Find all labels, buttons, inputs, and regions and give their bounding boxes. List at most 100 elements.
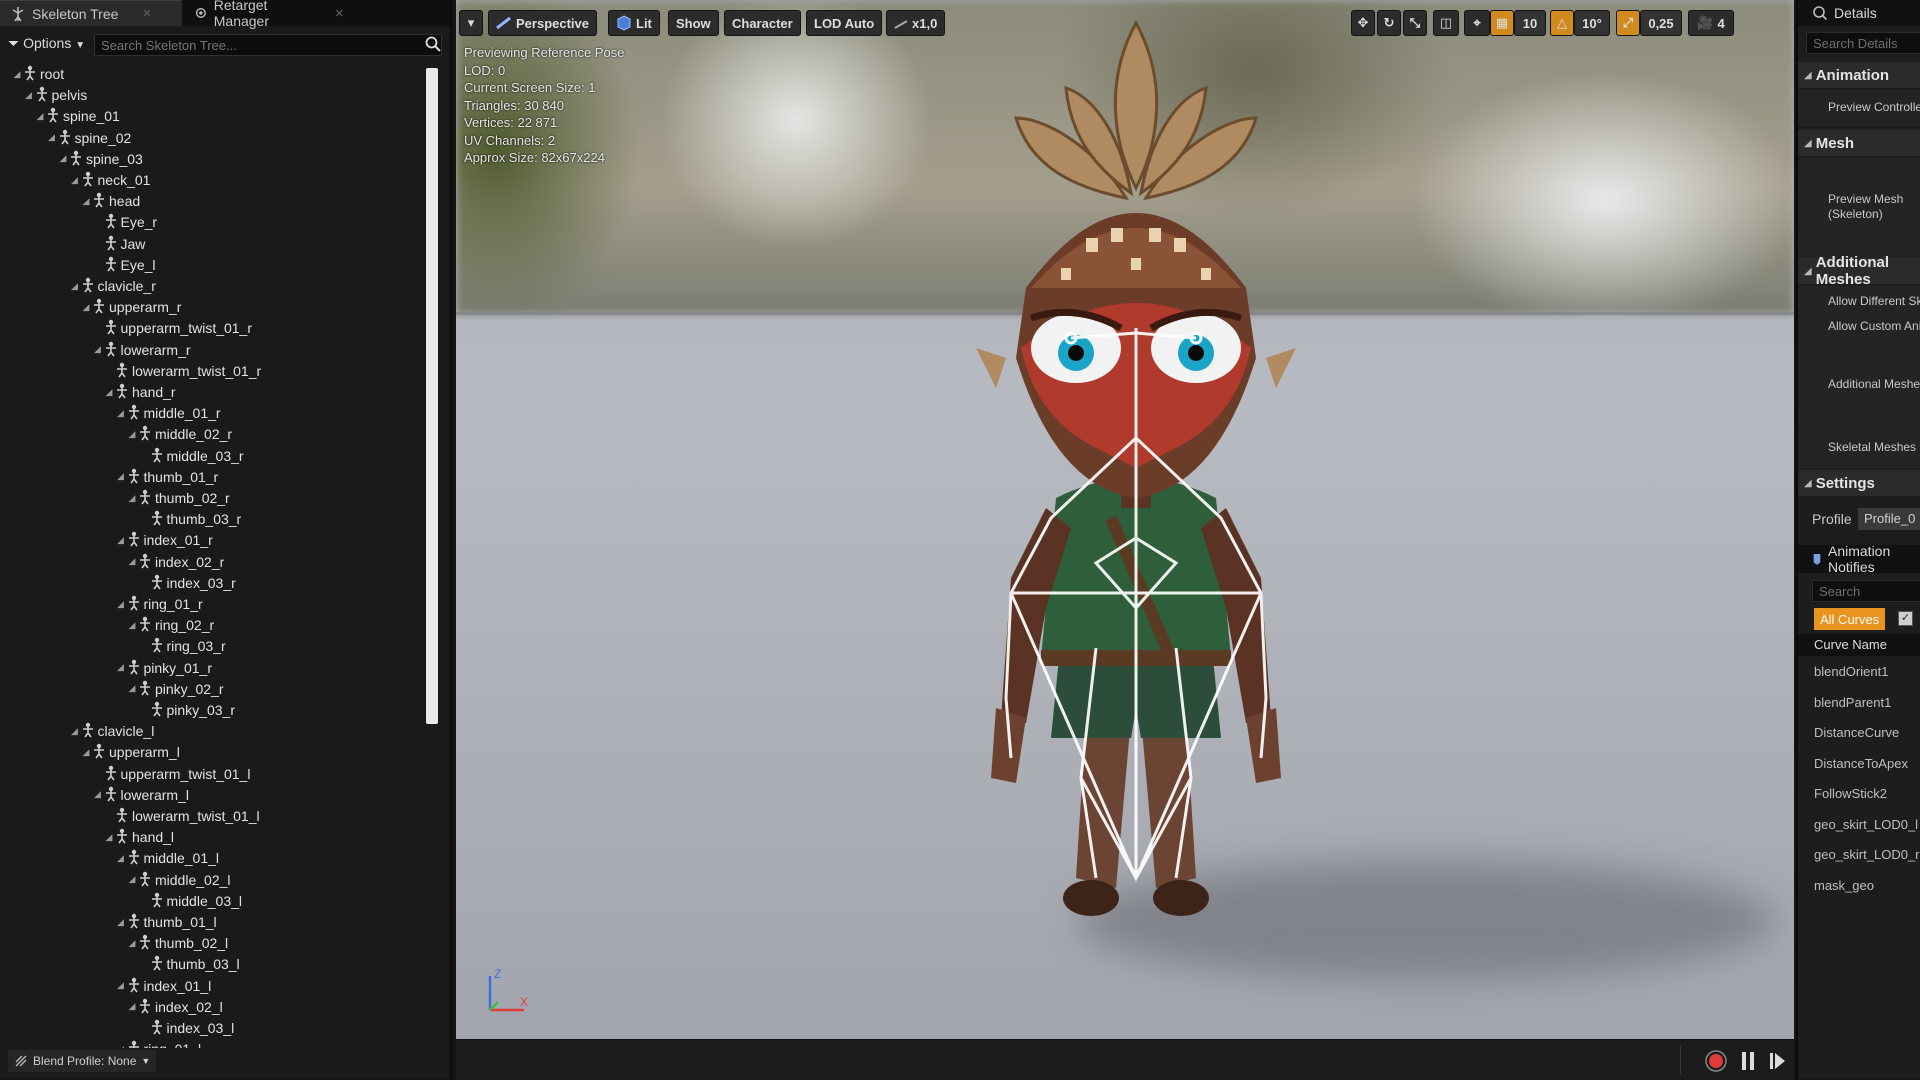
tree-row[interactable]: index_03_r [139, 573, 236, 593]
grid-snap-value[interactable]: 10 [1514, 10, 1546, 36]
tree-row[interactable]: index_03_l [139, 1018, 234, 1038]
curve-name-header[interactable]: Curve Name [1798, 634, 1920, 656]
expand-arrow-icon[interactable]: ◢ [12, 69, 22, 80]
expand-arrow-icon[interactable]: ◢ [81, 196, 91, 207]
curves-checkbox[interactable]: ✓ [1898, 611, 1913, 626]
all-curves-button[interactable]: All Curves [1814, 608, 1886, 630]
expand-arrow-icon[interactable]: ◢ [58, 153, 68, 164]
rotation-snap-toggle[interactable]: △ [1550, 10, 1574, 36]
tree-row[interactable]: ◢ neck_01 [70, 170, 150, 190]
pause-button[interactable] [1740, 1050, 1756, 1072]
expand-arrow-icon[interactable]: ◢ [127, 938, 137, 949]
tree-row[interactable]: ◢ index_02_r [127, 552, 224, 572]
options-dropdown[interactable]: ⏷ Options ▼ [8, 35, 85, 52]
expand-arrow-icon[interactable]: ◢ [70, 726, 80, 737]
expand-arrow-icon[interactable]: ◢ [35, 111, 45, 122]
record-button[interactable] [1704, 1049, 1728, 1073]
tree-row[interactable]: ◢ ring_01_r [116, 594, 203, 614]
scale-snap-value[interactable]: 0,25 [1640, 10, 1682, 36]
skeleton-search-input[interactable] [94, 34, 442, 56]
expand-arrow-icon[interactable]: ◢ [116, 471, 126, 482]
expand-arrow-icon[interactable]: ◢ [116, 917, 126, 928]
expand-arrow-icon[interactable]: ◢ [70, 281, 80, 292]
tree-row[interactable]: ring_03_r [139, 636, 226, 656]
tree-row[interactable]: ◢ ring_01_l [116, 1039, 201, 1048]
tree-row[interactable]: Eye_l [93, 255, 156, 275]
tree-row[interactable]: middle_03_l [139, 891, 242, 911]
perspective-button[interactable]: Perspective [488, 10, 597, 36]
expand-arrow-icon[interactable]: ◢ [24, 90, 34, 101]
show-button[interactable]: Show [668, 10, 719, 36]
search-icon[interactable] [424, 35, 442, 53]
tree-row[interactable]: ◢ index_02_l [127, 997, 223, 1017]
expand-arrow-icon[interactable]: ◢ [47, 132, 57, 143]
close-icon[interactable]: ✕ [335, 7, 344, 20]
tree-row[interactable]: ◢ middle_02_l [127, 870, 231, 890]
translate-tool-button[interactable]: ✥ [1351, 10, 1375, 36]
expand-arrow-icon[interactable]: ◢ [127, 620, 137, 631]
tree-row[interactable]: upperarm_twist_01_l [93, 764, 250, 784]
tab-retarget-manager[interactable]: Retarget Manager ✕ [184, 0, 354, 29]
expand-arrow-icon[interactable]: ◢ [116, 980, 126, 991]
tree-row[interactable]: ◢ head [81, 191, 140, 211]
expand-arrow-icon[interactable]: ◢ [81, 747, 91, 758]
viewport-menu-button[interactable]: ▾ [459, 10, 483, 36]
curve-search-input[interactable]: Search [1812, 580, 1920, 602]
tree-row[interactable]: ◢ ring_02_r [127, 615, 214, 635]
expand-arrow-icon[interactable]: ◢ [127, 556, 137, 567]
expand-arrow-icon[interactable]: ◢ [127, 683, 137, 694]
tree-row[interactable]: Eye_r [93, 212, 157, 232]
tree-row[interactable]: pinky_03_r [139, 700, 235, 720]
tree-row[interactable]: ◢ thumb_01_l [116, 912, 217, 932]
scale-snap-toggle[interactable]: ⤢ [1616, 10, 1640, 36]
curve-item[interactable]: mask_geo [1814, 878, 1874, 893]
expand-arrow-icon[interactable]: ◢ [116, 599, 126, 610]
tree-row[interactable]: upperarm_twist_01_r [93, 318, 252, 338]
expand-arrow-icon[interactable]: ◢ [104, 387, 114, 398]
category-mesh[interactable]: ◢ Mesh [1798, 130, 1920, 156]
profile-dropdown[interactable]: Profile_0 [1858, 508, 1920, 530]
tree-row[interactable]: ◢ pelvis [24, 85, 87, 105]
category-settings[interactable]: ◢ Settings [1798, 470, 1920, 496]
tree-row[interactable]: middle_03_r [139, 446, 244, 466]
tree-row[interactable]: ◢ lowerarm_r [93, 340, 191, 360]
tree-row[interactable]: ◢ thumb_02_r [127, 488, 230, 508]
details-search-input[interactable]: Search Details [1806, 32, 1920, 54]
tree-row[interactable]: ◢ pinky_01_r [116, 658, 212, 678]
tree-row[interactable]: ◢ middle_01_r [116, 403, 221, 423]
tree-row[interactable]: ◢ pinky_02_r [127, 679, 224, 699]
curve-item[interactable]: blendParent1 [1814, 695, 1891, 710]
expand-arrow-icon[interactable]: ◢ [127, 874, 137, 885]
character-mesh[interactable] [936, 18, 1336, 948]
expand-arrow-icon[interactable]: ◢ [116, 408, 126, 419]
close-icon[interactable]: ✕ [142, 7, 151, 20]
expand-arrow-icon[interactable]: ◢ [104, 832, 114, 843]
tree-row[interactable]: ◢ upperarm_r [81, 297, 181, 317]
tree-row[interactable]: ◢ thumb_02_l [127, 933, 228, 953]
tree-row[interactable]: lowerarm_twist_01_r [104, 361, 261, 381]
curve-item[interactable]: geo_skirt_LOD0_l [1814, 817, 1918, 832]
tree-row[interactable]: ◢ spine_02 [47, 128, 131, 148]
tree-scrollbar[interactable] [426, 68, 438, 724]
lit-button[interactable]: Lit [608, 10, 660, 36]
preview-viewport[interactable]: ▾ Perspective Lit Show Character LOD Aut… [456, 0, 1794, 1039]
grid-snap-toggle[interactable]: ▦ [1490, 10, 1514, 36]
lod-button[interactable]: LOD Auto [806, 10, 883, 36]
expand-arrow-icon[interactable]: ◢ [81, 302, 91, 313]
curve-item[interactable]: DistanceCurve [1814, 725, 1899, 740]
tree-row[interactable]: ◢ thumb_01_r [116, 467, 218, 487]
tree-row[interactable]: ◢ middle_02_r [127, 424, 232, 444]
category-animation[interactable]: ◢ Animation [1798, 62, 1920, 88]
camera-speed-button[interactable]: 🎥 4 [1688, 10, 1734, 36]
tree-row[interactable]: ◢ index_01_l [116, 976, 211, 996]
expand-arrow-icon[interactable]: ◢ [127, 493, 137, 504]
tree-row[interactable]: ◢ upperarm_l [81, 742, 180, 762]
expand-arrow-icon[interactable]: ◢ [116, 853, 126, 864]
tree-row[interactable]: ◢ hand_l [104, 827, 174, 847]
expand-arrow-icon[interactable]: ◢ [116, 535, 126, 546]
tree-row[interactable]: thumb_03_r [139, 509, 241, 529]
curve-item[interactable]: blendOrient1 [1814, 664, 1888, 679]
expand-arrow-icon[interactable]: ◢ [116, 662, 126, 673]
tree-row[interactable]: ◢ root [12, 64, 64, 84]
tree-row[interactable]: ◢ clavicle_r [70, 276, 156, 296]
